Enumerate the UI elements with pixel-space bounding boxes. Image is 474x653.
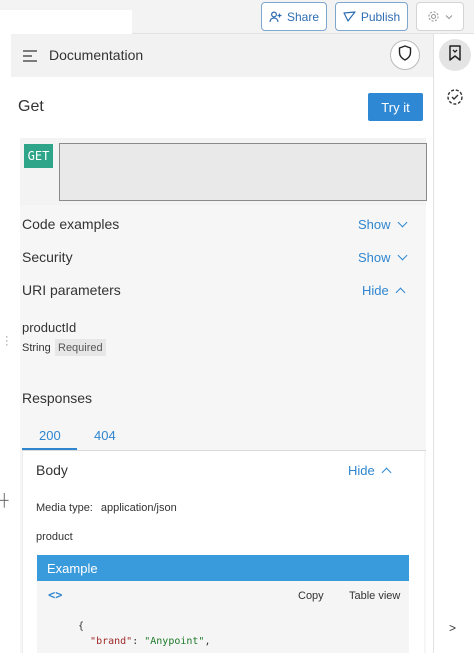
body-toggle[interactable]: Hide [348, 463, 392, 478]
tab-404[interactable]: 404 [94, 428, 116, 443]
publish-label: Publish [360, 9, 401, 24]
person-add-icon [269, 10, 282, 23]
security-section: Security Show [20, 241, 426, 274]
parameter-type: String [22, 342, 51, 354]
security-toggle-label: Show [358, 250, 391, 265]
shield-icon [398, 44, 412, 66]
share-label: Share [286, 9, 320, 24]
body-type-name: product [36, 531, 73, 543]
security-label: Security [22, 249, 73, 265]
media-type-label: Media type: [36, 502, 93, 514]
documentation-header: Documentation [11, 34, 433, 77]
endpoint-url-field[interactable] [59, 143, 427, 201]
code-trailing-comma: , [204, 636, 211, 647]
chevron-up-icon [395, 287, 406, 297]
shield-button[interactable] [390, 40, 420, 70]
code-examples-label: Code examples [22, 216, 120, 232]
method-badge: GET [24, 144, 53, 168]
chevron-down-icon [397, 250, 407, 261]
expand-arrow-icon[interactable]: > [449, 621, 456, 635]
uri-parameters-label: URI parameters [22, 282, 121, 298]
share-button[interactable]: Share [261, 2, 327, 31]
example-code: { "brand": "Anypoint", [78, 619, 211, 649]
code-icon: <> [48, 588, 63, 602]
publish-button[interactable]: Publish [335, 2, 408, 31]
body-label: Body [36, 462, 68, 478]
chevron-up-icon [381, 467, 392, 477]
chevron-down-icon [445, 14, 453, 20]
security-toggle[interactable]: Show [358, 250, 407, 265]
documentation-title: Documentation [49, 47, 144, 63]
details-panel: Code examples Show Security Show URI par… [20, 205, 426, 653]
bookmark-icon [448, 44, 462, 66]
code-separator: : [132, 636, 145, 647]
table-view-button[interactable]: Table view [349, 590, 400, 602]
example-panel: Example <> Copy Table view { "brand": "A… [37, 555, 409, 653]
try-it-button[interactable]: Try it [368, 93, 423, 121]
right-rail: > [433, 34, 474, 653]
response-body: Body Hide Media type: application/json pr… [22, 451, 424, 653]
top-bar: Share Publish [0, 0, 474, 34]
code-examples-toggle[interactable]: Show [358, 217, 407, 232]
uri-parameters-toggle[interactable]: Hide [362, 283, 406, 298]
uri-parameters-toggle-label: Hide [362, 283, 389, 298]
example-header: Example [37, 555, 409, 581]
tab-200[interactable]: 200 [39, 428, 61, 443]
code-examples-toggle-label: Show [358, 217, 391, 232]
history-button[interactable] [444, 88, 466, 110]
code-key: "brand" [90, 636, 133, 647]
history-icon [446, 88, 464, 111]
chevron-down-icon [397, 217, 407, 228]
media-type-value: application/json [100, 502, 177, 514]
drag-handle-icon[interactable]: ┼ [0, 493, 9, 507]
resize-handle-icon[interactable]: · · · [5, 332, 9, 351]
bookmark-button[interactable] [439, 39, 471, 71]
code-value: "Anypoint" [144, 636, 205, 647]
code-open-brace: { [78, 621, 85, 632]
menu-icon[interactable] [23, 49, 37, 62]
documentation-content: Get Try it GET Code examples Show Securi… [11, 77, 433, 653]
top-bar-blank [0, 10, 132, 34]
media-type-row: Media type: application/json [36, 502, 177, 514]
body-toggle-label: Hide [348, 463, 375, 478]
publish-icon [343, 10, 356, 23]
responses-label: Responses [22, 390, 93, 406]
copy-button[interactable]: Copy [298, 590, 324, 602]
code-examples-section: Code examples Show [20, 208, 426, 241]
gear-icon [427, 10, 440, 23]
uri-parameters-section: URI parameters Hide [20, 274, 426, 307]
active-tab-indicator [22, 448, 77, 450]
settings-dropdown[interactable] [416, 2, 464, 31]
endpoint-url-row: GET [20, 138, 427, 205]
required-badge: Required [55, 339, 106, 356]
parameter-name: productId [22, 320, 77, 335]
method-title: Get [18, 98, 44, 115]
